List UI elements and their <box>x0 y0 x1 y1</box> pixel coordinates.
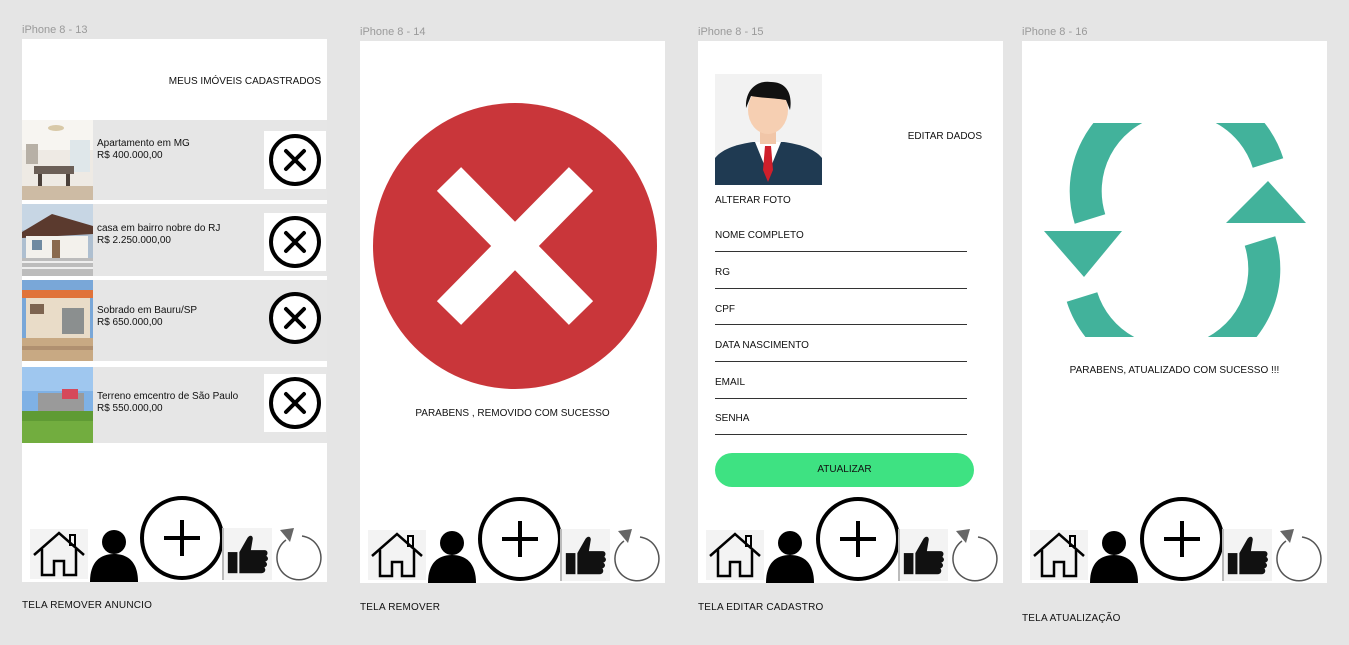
frame-name-15: iPhone 8 - 15 <box>698 26 764 38</box>
thumbs-up-icon[interactable] <box>898 529 948 581</box>
change-photo-link[interactable]: ALTERAR FOTO <box>715 195 791 206</box>
reload-icon[interactable] <box>610 527 662 583</box>
field-underline <box>715 288 967 289</box>
screen-remove-ad: MEUS IMÓVEIS CADASTRADOS Apartamento em … <box>22 39 327 582</box>
reload-icon[interactable] <box>948 527 1000 583</box>
password-field[interactable]: SENHA <box>715 413 749 424</box>
home-icon[interactable] <box>1030 530 1088 580</box>
success-message: PARABENS, ATUALIZADO COM SUCESSO !!! <box>1069 365 1280 376</box>
field-underline <box>715 324 967 325</box>
frame-name-14: iPhone 8 - 14 <box>360 26 426 38</box>
home-icon[interactable] <box>706 530 764 580</box>
rg-field[interactable]: RG <box>715 267 730 278</box>
listing-photo <box>22 204 93 276</box>
refresh-icon <box>1044 81 1306 379</box>
add-icon[interactable] <box>140 496 224 580</box>
listing-price: R$ 550.000,00 <box>97 403 163 414</box>
full-name-field[interactable]: NOME COMPLETO <box>715 230 804 241</box>
list-item[interactable]: Terreno emcentro de São Paulo R$ 550.000… <box>22 367 327 443</box>
listing-price: R$ 400.000,00 <box>97 150 163 161</box>
user-icon[interactable] <box>762 527 818 583</box>
remove-x-icon <box>373 101 658 391</box>
thumbs-up-icon[interactable] <box>560 529 610 581</box>
listing-name: casa em bairro nobre do RJ <box>97 223 221 234</box>
page-title: EDITAR DADOS <box>907 131 982 142</box>
listing-photo <box>22 280 93 361</box>
remove-button[interactable] <box>264 213 326 271</box>
field-underline <box>715 398 967 399</box>
listing-price: R$ 2.250.000,00 <box>97 235 171 246</box>
user-icon[interactable] <box>1086 527 1142 583</box>
screen-edit-profile: EDITAR DADOS ALTERAR FOTO NOME COMPLETO … <box>698 41 1003 583</box>
frame-caption: TELA REMOVER <box>360 602 441 613</box>
bottom-nav <box>360 497 665 583</box>
field-underline <box>715 251 967 252</box>
reload-icon[interactable] <box>272 526 324 582</box>
screen-removed: PARABENS , REMOVIDO COM SUCESSO <box>360 41 665 583</box>
add-icon[interactable] <box>478 497 562 581</box>
add-icon[interactable] <box>816 497 900 581</box>
success-message: PARABENS , REMOVIDO COM SUCESSO <box>415 408 610 419</box>
frame-caption: TELA REMOVER ANUNCIO <box>22 600 153 611</box>
update-button[interactable]: ATUALIZAR <box>715 453 974 487</box>
listing-photo <box>22 367 93 443</box>
add-icon[interactable] <box>1140 497 1224 581</box>
user-icon[interactable] <box>424 527 480 583</box>
bottom-nav <box>698 497 1003 583</box>
listing-price: R$ 650.000,00 <box>97 317 163 328</box>
thumbs-up-icon[interactable] <box>222 528 272 580</box>
field-underline <box>715 434 967 435</box>
cpf-field[interactable]: CPF <box>715 304 735 315</box>
page-title: MEUS IMÓVEIS CADASTRADOS <box>168 76 321 87</box>
list-item[interactable]: casa em bairro nobre do RJ R$ 2.250.000,… <box>22 204 327 276</box>
email-field[interactable]: EMAIL <box>715 377 745 388</box>
list-item[interactable]: Sobrado em Bauru/SP R$ 650.000,00 <box>22 280 327 361</box>
listing-name: Sobrado em Bauru/SP <box>97 305 198 316</box>
remove-button[interactable] <box>264 131 326 189</box>
frame-name-13: iPhone 8 - 13 <box>22 24 88 36</box>
listing-photo <box>22 120 93 200</box>
home-icon[interactable] <box>30 529 88 579</box>
birth-date-field[interactable]: DATA NASCIMENTO <box>715 340 809 351</box>
thumbs-up-icon[interactable] <box>1222 529 1272 581</box>
bottom-nav <box>22 496 327 582</box>
avatar <box>715 74 822 185</box>
remove-button[interactable] <box>264 289 326 347</box>
listing-name: Terreno emcentro de São Paulo <box>97 391 239 402</box>
listing-name: Apartamento em MG <box>97 138 190 149</box>
screen-updated: PARABENS, ATUALIZADO COM SUCESSO !!! <box>1022 41 1327 583</box>
frame-caption: TELA ATUALIZAÇÃO <box>1022 613 1121 624</box>
frame-name-16: iPhone 8 - 16 <box>1022 26 1088 38</box>
remove-button[interactable] <box>264 374 326 432</box>
frame-caption: TELA EDITAR CADASTRO <box>698 602 824 613</box>
user-icon[interactable] <box>86 526 142 582</box>
field-underline <box>715 361 967 362</box>
reload-icon[interactable] <box>1272 527 1324 583</box>
list-item[interactable]: Apartamento em MG R$ 400.000,00 <box>22 120 327 200</box>
home-icon[interactable] <box>368 530 426 580</box>
bottom-nav <box>1022 497 1327 583</box>
